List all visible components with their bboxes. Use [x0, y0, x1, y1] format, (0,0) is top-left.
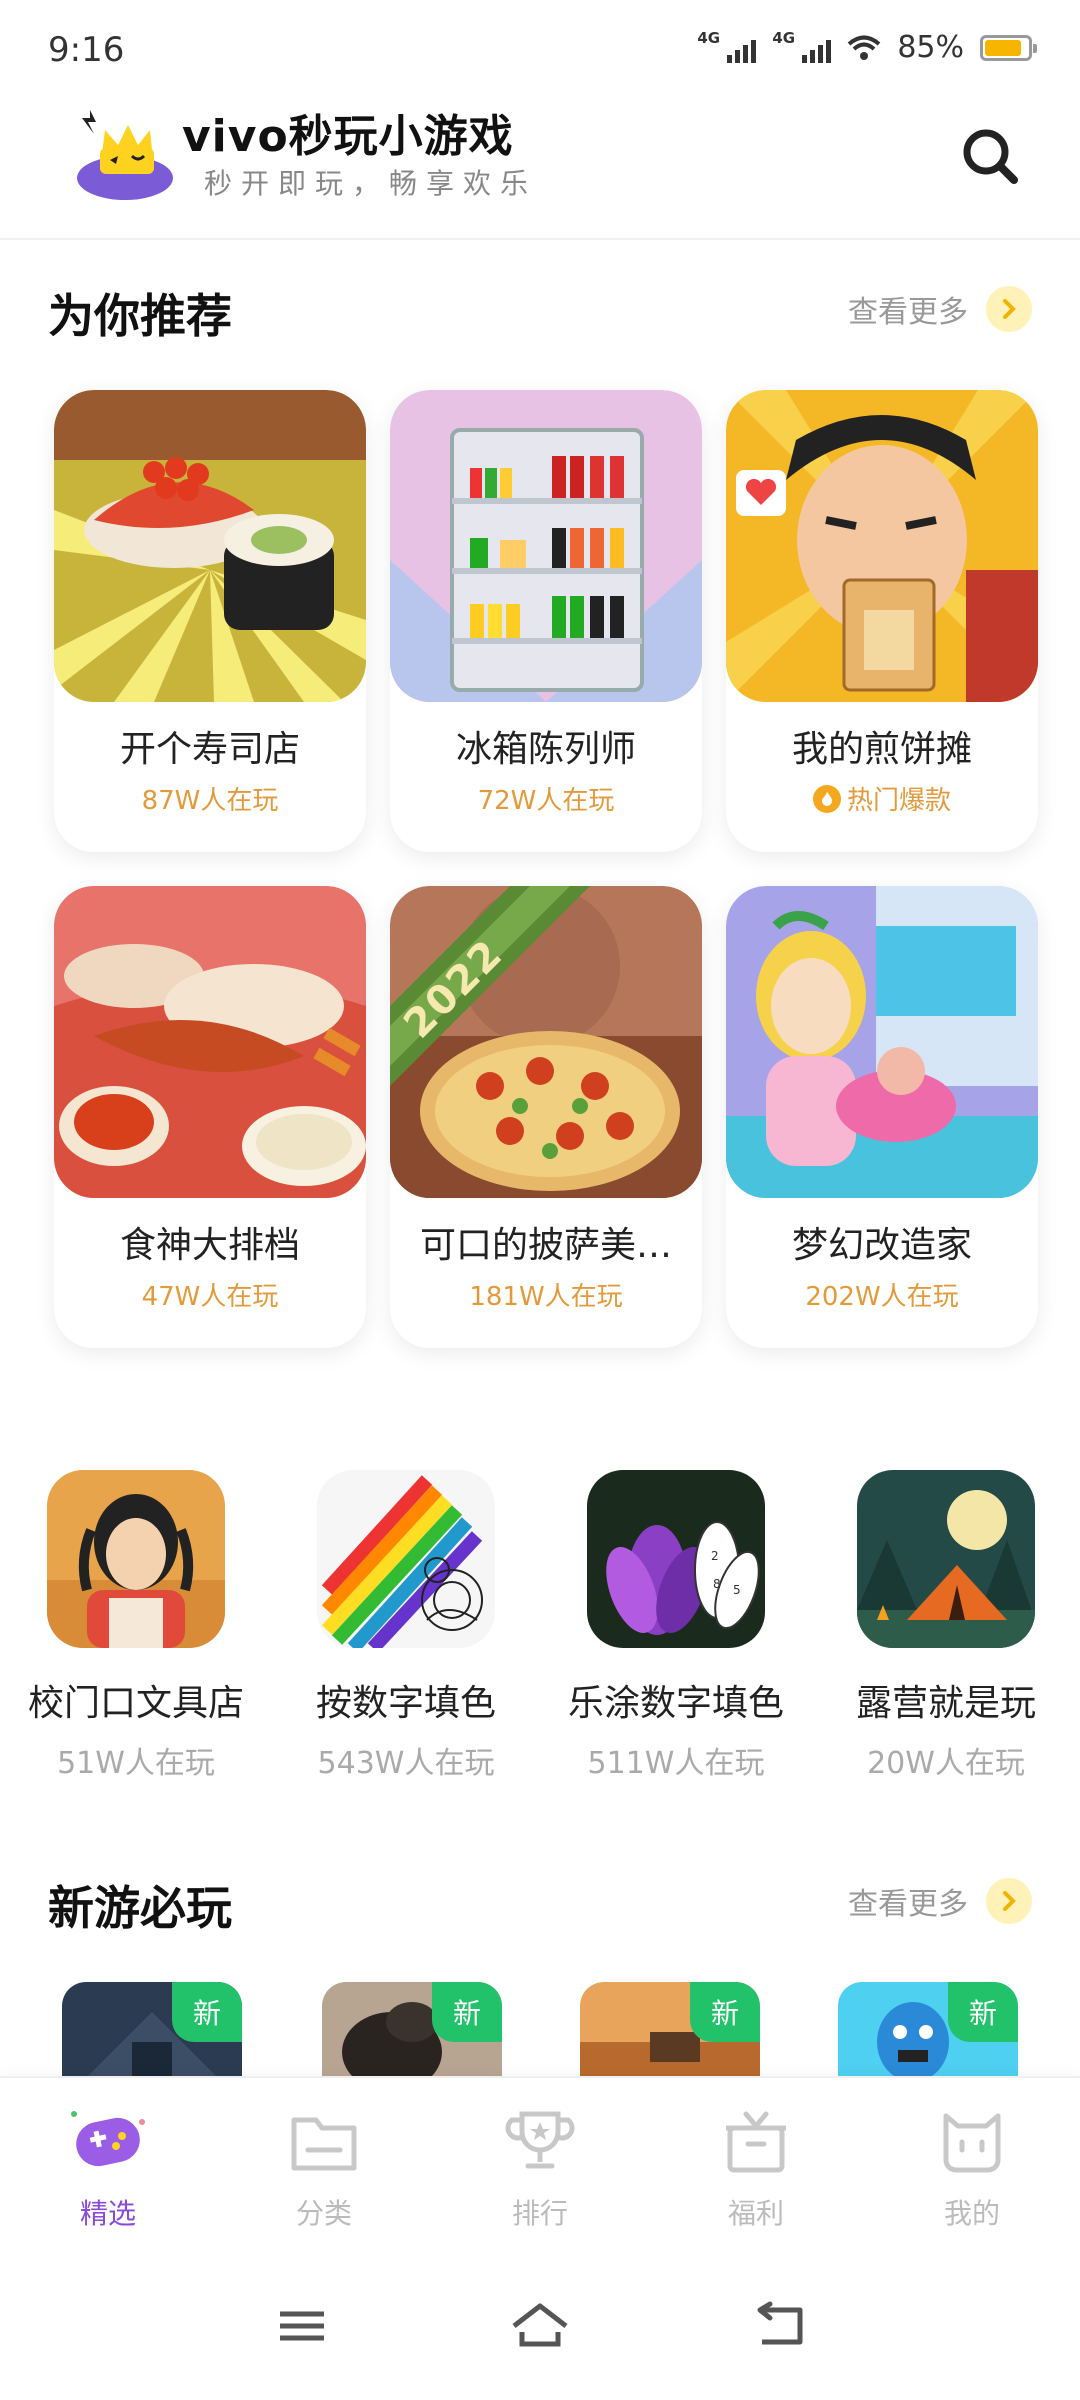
chevron-right-icon: [986, 1878, 1032, 1924]
game-cover-pancake: [726, 390, 1038, 702]
svg-text:5: 5: [733, 1583, 741, 1597]
new-game-card[interactable]: 新: [322, 1982, 502, 2082]
nav-item-category[interactable]: 分类: [234, 2100, 414, 2232]
game-card[interactable]: 梦幻改造家 202W人在玩: [726, 886, 1038, 1348]
wifi-icon: [848, 35, 881, 60]
status-right: 4G 4G 85%: [697, 29, 1037, 65]
game-card[interactable]: 食神大排档 47W人在玩: [54, 886, 366, 1348]
nav-item-welfare[interactable]: 福利: [666, 2100, 846, 2232]
app-title: vivo秒玩小游戏: [182, 111, 514, 162]
app-players: 511W人在玩: [587, 1746, 765, 1781]
game-players: 87W人在玩: [141, 786, 279, 816]
chevron-right-icon: [986, 286, 1032, 332]
game-name: 梦幻改造家: [791, 1225, 972, 1266]
app-item[interactable]: 露营就是玩 20W人在玩: [816, 1470, 1076, 1782]
app-name: 露营就是玩: [855, 1683, 1036, 1724]
signal-icon-2: 4G: [772, 29, 832, 63]
game-cover-sushi: [54, 390, 366, 702]
game-players: 181W人在玩: [469, 1282, 623, 1312]
app-icon-lotus: 2 8 5: [587, 1470, 765, 1648]
gamepad-icon: [71, 2111, 145, 2167]
app-item[interactable]: 按数字填色 543W人在玩: [276, 1470, 536, 1782]
status-time: 9:16: [48, 30, 125, 70]
nav-label: 我的: [943, 2197, 1000, 2230]
battery-fill: [985, 39, 1021, 56]
battery-icon: [980, 34, 1037, 61]
new-game-card[interactable]: 新: [62, 1982, 242, 2082]
game-card[interactable]: 2022 可口的披萨美… 181W人在玩: [390, 886, 702, 1348]
app-players: 20W人在玩: [867, 1746, 1025, 1781]
nav-label: 分类: [295, 2197, 352, 2230]
app-players: 543W人在玩: [317, 1746, 495, 1781]
game-players: 47W人在玩: [141, 1282, 279, 1312]
game-name: 可口的披萨美…: [419, 1225, 672, 1266]
new-badge: 新: [948, 1982, 1018, 2042]
game-name: 开个寿司店: [119, 729, 300, 770]
new-badge: 新: [432, 1982, 502, 2042]
gift-icon: [726, 2111, 786, 2173]
search-icon[interactable]: [960, 126, 1020, 186]
status-bar: 9:16 4G 4G 85%: [0, 0, 1080, 90]
signal-icon: 4G: [697, 29, 757, 63]
nav-label: 排行: [511, 2197, 568, 2230]
new-game-card[interactable]: 新: [838, 1982, 1018, 2082]
game-card[interactable]: 我的煎饼摊 热门爆款: [726, 390, 1038, 852]
game-name: 冰箱陈列师: [455, 729, 636, 770]
game-cover-fridge: [390, 390, 702, 702]
nav-label: 精选: [79, 2197, 136, 2230]
app-name: 乐涂数字填色: [567, 1683, 784, 1724]
folder-icon: [291, 2117, 357, 2171]
back-icon[interactable]: [748, 2296, 812, 2356]
game-card[interactable]: 冰箱陈列师 72W人在玩: [390, 390, 702, 852]
app-icon-color-by-number: [317, 1470, 495, 1653]
game-players: 72W人在玩: [477, 786, 615, 816]
section-title-recommend: 为你推荐: [48, 289, 232, 343]
nav-item-featured[interactable]: 精选: [18, 2100, 198, 2232]
app-logo-icon: [77, 110, 173, 200]
game-players: 202W人在玩: [805, 1282, 959, 1312]
game-cover-food-stall: [54, 886, 366, 1198]
nav-item-ranking[interactable]: 排行: [450, 2100, 630, 2232]
more-label: 查看更多: [848, 1887, 968, 1922]
trophy-icon: [505, 2111, 575, 2169]
game-card[interactable]: 开个寿司店 87W人在玩: [54, 390, 366, 852]
game-cover-makeover: [726, 886, 1038, 1198]
nav-item-profile[interactable]: 我的: [882, 2100, 1062, 2232]
game-name: 食神大排档: [119, 1225, 300, 1266]
app-icon-camping: [857, 1470, 1035, 1648]
app-item[interactable]: 校门口文具店 51W人在玩: [6, 1470, 266, 1782]
game-name: 我的煎饼摊: [791, 729, 972, 770]
app-name: 按数字填色: [315, 1683, 496, 1724]
app-header: vivo秒玩小游戏 秒开即玩，畅享欢乐: [0, 90, 1080, 240]
app-players: 51W人在玩: [57, 1746, 215, 1781]
new-badge: 新: [172, 1982, 242, 2042]
bottom-nav: 精选 分类 排行 福利 我的: [0, 2076, 1080, 2256]
app-icon-stationery: [47, 1470, 225, 1648]
battery-percent: 85%: [897, 30, 964, 65]
new-game-card[interactable]: 新: [580, 1982, 760, 2082]
app-subtitle: 秒开即玩，畅享欢乐: [204, 167, 538, 200]
app-name: 校门口文具店: [27, 1683, 244, 1724]
recommend-more-button[interactable]: 查看更多: [848, 286, 1032, 332]
nav-label: 福利: [727, 2197, 784, 2230]
menu-icon[interactable]: [270, 2296, 334, 2356]
svg-text:8: 8: [713, 1577, 721, 1591]
home-icon[interactable]: [508, 2296, 572, 2356]
game-cover-pizza: [390, 886, 702, 1198]
hot-flame-icon: [812, 784, 841, 813]
app-item[interactable]: 2 85 乐涂数字填色 511W人在玩: [546, 1470, 806, 1782]
profile-icon: [943, 2113, 1001, 2173]
section-title-new-games: 新游必玩: [48, 1881, 232, 1935]
system-nav-bar: [0, 2256, 1080, 2400]
more-label: 查看更多: [848, 295, 968, 330]
game-players: 热门爆款: [726, 780, 1038, 817]
svg-text:2: 2: [711, 1549, 719, 1563]
new-badge: 新: [690, 1982, 760, 2042]
new-games-more-button[interactable]: 查看更多: [848, 1878, 1032, 1924]
